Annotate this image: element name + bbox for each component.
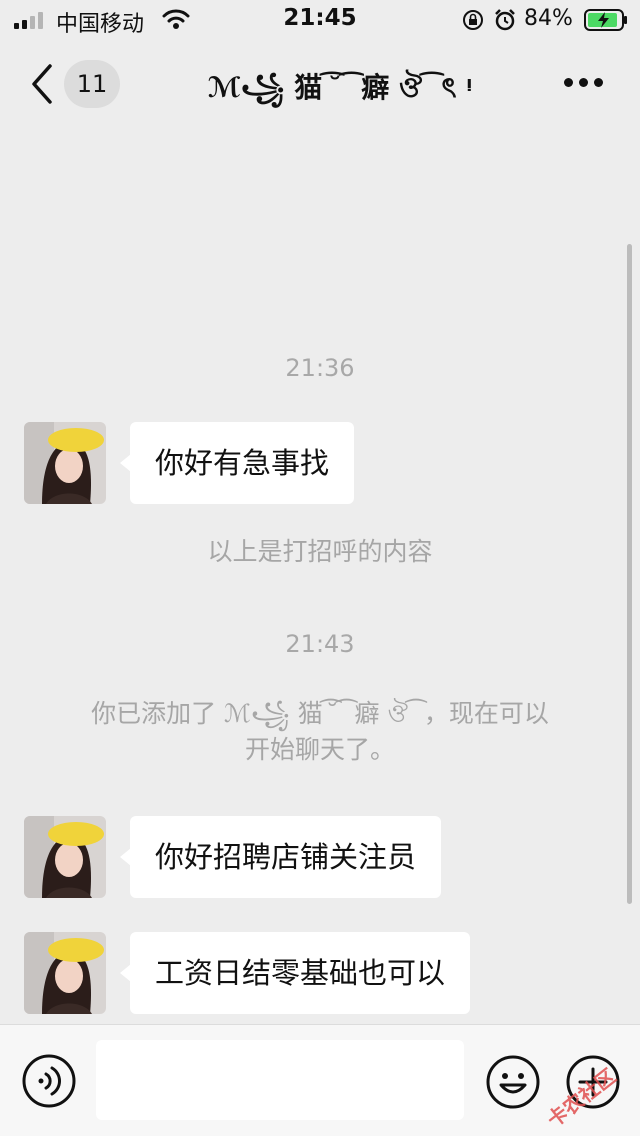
voice-icon[interactable]: [22, 1028, 76, 1136]
message-timestamp: 21:43: [285, 630, 355, 658]
status-bar: 中国移动 21:45 84%: [0, 0, 640, 40]
back-button[interactable]: [30, 64, 54, 104]
battery-charging-icon: [584, 9, 627, 31]
rotation-lock-icon: [463, 10, 483, 30]
system-message: 以上是打招呼的内容: [207, 537, 433, 566]
emoji-icon[interactable]: [486, 1055, 540, 1109]
scrollbar[interactable]: [627, 244, 632, 904]
message-bubble[interactable]: 你好招聘店铺关注员: [119, 816, 442, 898]
message-input[interactable]: [96, 1040, 464, 1120]
system-message-line: 开始聊天了。: [244, 735, 395, 764]
message-bubble[interactable]: 你好有急事找: [119, 422, 355, 504]
battery-percentage: 84%: [524, 6, 573, 31]
message-bubble[interactable]: 工资日结零基础也可以: [119, 932, 471, 1014]
avatar[interactable]: [24, 422, 106, 504]
avatar[interactable]: [24, 932, 106, 1014]
more-options-button[interactable]: [562, 78, 606, 90]
system-message-added-friend: 你已添加了 ℳ꧁ 猫 ͡ ̆ ͡ 癖 ঔ ͡ ，现在可以 开始聊天了。: [50, 696, 590, 768]
chat-title: ℳ꧁ 猫 ͡ ̆ ͡ 癖 ঔ ͡ ৎ ᵎ: [207, 71, 473, 104]
avatar[interactable]: [24, 816, 106, 898]
alarm-icon: [495, 9, 515, 31]
system-message-line: 你已添加了 ℳ꧁ 猫 ͡ ̆ ͡ 癖 ঔ ͡ ，现在可以: [91, 699, 549, 728]
message-timestamp: 21:36: [285, 354, 355, 382]
unread-count-badge[interactable]: 11: [64, 60, 120, 108]
